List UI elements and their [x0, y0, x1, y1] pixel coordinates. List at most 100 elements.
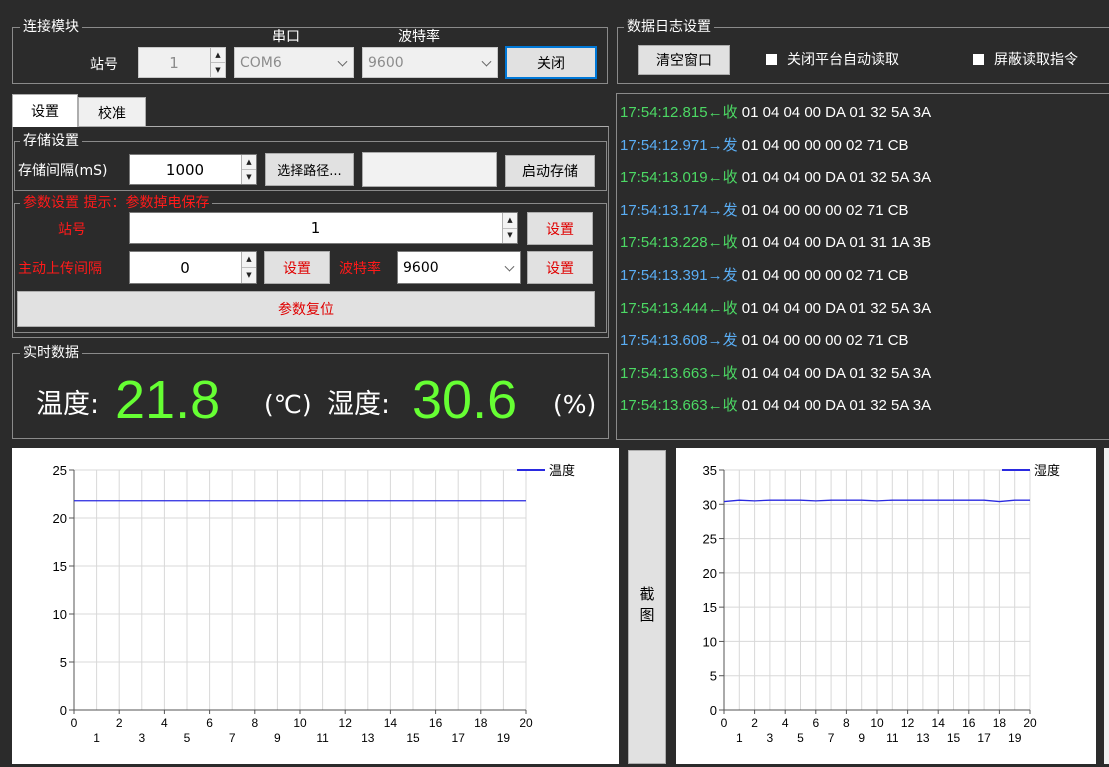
mask-read-cmd-checkbox[interactable]: [973, 54, 984, 65]
storage-path-field[interactable]: [362, 152, 497, 187]
y-tick-label: 5: [710, 669, 717, 684]
x-tick-label: 11: [316, 731, 329, 745]
x-tick-label: 15: [406, 731, 420, 745]
humidity-unit: (%): [553, 390, 597, 419]
log-line: 17:54:13.019←收 01 04 04 00 DA 01 32 5A 3…: [620, 169, 931, 187]
spin-up-icon[interactable]: ▲: [242, 155, 256, 170]
x-tick-label: 6: [812, 716, 819, 730]
legend-label: 湿度: [1034, 463, 1060, 479]
station-number-stepper[interactable]: 1 ▲ ▼: [138, 47, 226, 78]
param-baud-value: 9600: [403, 259, 439, 276]
chevron-down-icon: [504, 261, 515, 272]
storage-interval-stepper[interactable]: 1000 ▲ ▼: [129, 154, 257, 185]
tab-calibrate[interactable]: 校准: [78, 97, 146, 127]
x-tick-label: 4: [161, 716, 168, 730]
x-tick-label: 3: [767, 731, 774, 745]
x-tick-label: 0: [71, 716, 78, 730]
humidity-value: 30.6: [412, 370, 518, 430]
y-tick-label: 0: [710, 703, 717, 718]
baud-select[interactable]: 9600: [362, 47, 498, 78]
x-tick-label: 3: [138, 731, 145, 745]
log-timestamp: 17:54:13.391→发: [620, 267, 738, 284]
x-tick-label: 16: [962, 716, 976, 730]
log-line: 17:54:12.971→发 01 04 00 00 00 02 71 CB: [620, 137, 909, 155]
tab-settings-label: 设置: [31, 104, 59, 120]
set-upload-interval-button[interactable]: 设置: [264, 251, 330, 284]
log-line: 17:54:13.174→发 01 04 00 00 00 02 71 CB: [620, 202, 909, 220]
log-line: 17:54:13.228←收 01 04 04 00 DA 01 31 1A 3…: [620, 234, 931, 252]
log-timestamp: 17:54:13.663←收: [620, 397, 738, 415]
x-tick-label: 8: [251, 716, 258, 730]
log-hex: 01 04 04 00 DA 01 31 1A 3B: [737, 234, 932, 252]
log-timestamp: 17:54:13.174→发: [620, 201, 738, 219]
storage-interval-label: 存储间隔(mS): [18, 163, 108, 179]
x-tick-label: 19: [497, 731, 511, 745]
port-label: 串口: [272, 29, 300, 45]
set-station-button[interactable]: 设置: [527, 212, 593, 245]
temperature-label: 温度:: [36, 389, 100, 420]
disable-auto-read-label[interactable]: 关闭平台自动读取: [787, 51, 899, 69]
param-baud-label: 波特率: [339, 261, 381, 277]
log-timestamp: 17:54:13.608→发: [620, 332, 738, 350]
x-tick-label: 12: [901, 716, 915, 730]
spin-down-icon[interactable]: ▼: [242, 268, 256, 283]
log-timestamp: 17:54:12.971→发: [620, 136, 738, 154]
spin-down-icon[interactable]: ▼: [242, 170, 256, 184]
tab-settings[interactable]: 设置: [12, 94, 78, 127]
spin-up-icon[interactable]: ▲: [242, 252, 256, 268]
set-baud-button[interactable]: 设置: [527, 251, 593, 284]
temperature-unit: (℃): [264, 390, 312, 419]
log-timestamp: 17:54:12.815←收: [620, 104, 738, 121]
log-hex: 01 04 04 00 DA 01 32 5A 3A: [737, 364, 932, 382]
y-tick-label: 15: [703, 600, 717, 615]
param-reset-button[interactable]: 参数复位: [17, 291, 595, 327]
upload-interval-spinner[interactable]: ▲ ▼: [241, 252, 256, 283]
choose-path-button[interactable]: 选择路径...: [265, 153, 354, 186]
upload-interval-value: 0: [180, 258, 190, 277]
log-line: 17:54:12.815←收 01 04 04 00 DA 01 32 5A 3…: [620, 104, 931, 122]
clear-window-button[interactable]: 清空窗口: [638, 45, 730, 75]
storage-interval-spinner[interactable]: ▲ ▼: [241, 155, 256, 184]
log-panel[interactable]: 17:54:12.815←收 01 04 04 00 DA 01 32 5A 3…: [616, 93, 1109, 440]
x-tick-label: 5: [184, 731, 191, 745]
spin-down-icon[interactable]: ▼: [503, 229, 517, 244]
y-tick-label: 35: [703, 463, 717, 478]
log-line: 17:54:13.391→发 01 04 00 00 00 02 71 CB: [620, 267, 909, 285]
x-tick-label: 15: [947, 731, 961, 745]
log-line: 17:54:13.608→发 01 04 00 00 00 02 71 CB: [620, 332, 909, 350]
y-tick-label: 20: [53, 511, 67, 526]
close-port-button[interactable]: 关闭: [505, 46, 597, 79]
spin-down-icon[interactable]: ▼: [211, 63, 225, 77]
baud-select-value: 9600: [368, 54, 404, 71]
tab-calibrate-label: 校准: [98, 105, 126, 122]
port-select[interactable]: COM6: [234, 47, 354, 78]
x-tick-label: 19: [1008, 731, 1022, 745]
x-tick-label: 13: [361, 731, 375, 745]
param-baud-select[interactable]: 9600: [397, 251, 521, 284]
start-storage-button[interactable]: 启动存储: [505, 155, 595, 187]
spin-up-icon[interactable]: ▲: [503, 213, 517, 229]
disable-auto-read-checkbox[interactable]: [766, 54, 777, 65]
right-edge-bar: [1104, 448, 1109, 764]
log-hex: 01 04 04 00 DA 01 32 5A 3A: [737, 299, 932, 317]
param-station-value: 1: [310, 219, 321, 237]
y-tick-label: 25: [53, 463, 67, 478]
param-station-spinner[interactable]: ▲ ▼: [502, 213, 517, 243]
station-label: 站号: [90, 57, 118, 73]
y-tick-label: 30: [703, 497, 717, 512]
y-tick-label: 15: [53, 559, 67, 574]
mask-read-cmd-label[interactable]: 屏蔽读取指令: [994, 51, 1078, 69]
log-line: 17:54:13.663←收 01 04 04 00 DA 01 32 5A 3…: [620, 365, 931, 383]
y-tick-label: 10: [53, 607, 67, 622]
x-tick-label: 9: [274, 731, 281, 745]
x-tick-label: 2: [116, 716, 123, 730]
x-tick-label: 10: [870, 716, 884, 730]
param-station-stepper[interactable]: 1 ▲ ▼: [129, 212, 518, 244]
x-tick-label: 8: [843, 716, 850, 730]
upload-interval-stepper[interactable]: 0 ▲ ▼: [129, 251, 257, 284]
spin-up-icon[interactable]: ▲: [211, 48, 225, 63]
screenshot-button[interactable]: 截图: [628, 450, 666, 764]
x-tick-label: 7: [828, 731, 835, 745]
log-line: 17:54:13.444←收 01 04 04 00 DA 01 32 5A 3…: [620, 300, 931, 318]
station-number-spinner[interactable]: ▲ ▼: [210, 48, 225, 77]
